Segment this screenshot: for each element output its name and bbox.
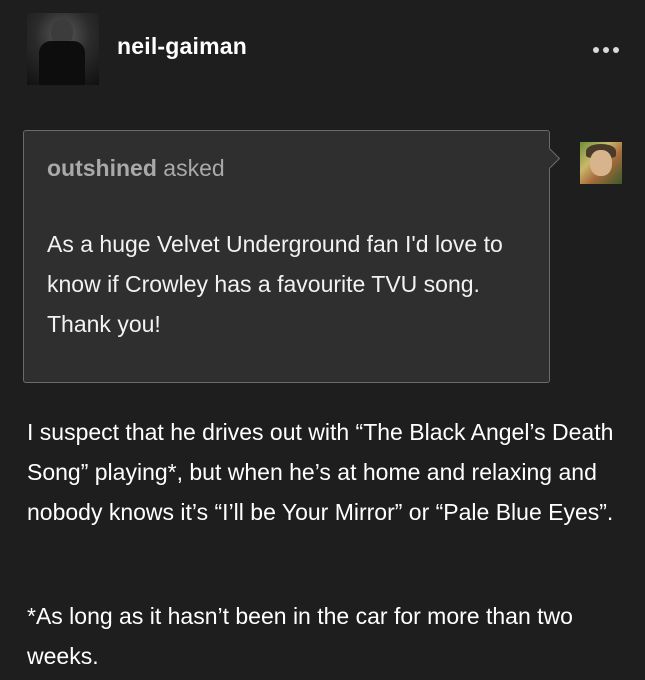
asker-avatar[interactable] — [580, 142, 622, 184]
answer-footnote: *As long as it hasn’t been in the car fo… — [27, 603, 573, 669]
more-horizontal-icon-dot — [613, 47, 619, 53]
asked-label: asked — [156, 155, 225, 181]
author-avatar[interactable] — [27, 13, 99, 85]
ask-question: As a huge Velvet Underground fan I'd lov… — [47, 231, 503, 337]
asker-line: outshined asked — [47, 155, 225, 182]
more-horizontal-icon-dot — [603, 47, 609, 53]
asker-name[interactable]: outshined — [47, 155, 157, 181]
author-username[interactable]: neil-gaiman — [117, 33, 247, 60]
more-options-button[interactable] — [593, 42, 629, 58]
answer-text: I suspect that he drives out with “The B… — [27, 419, 614, 525]
avatar-figure-body — [39, 41, 85, 85]
asker-avatar-face — [590, 150, 612, 176]
more-horizontal-icon — [593, 47, 599, 53]
